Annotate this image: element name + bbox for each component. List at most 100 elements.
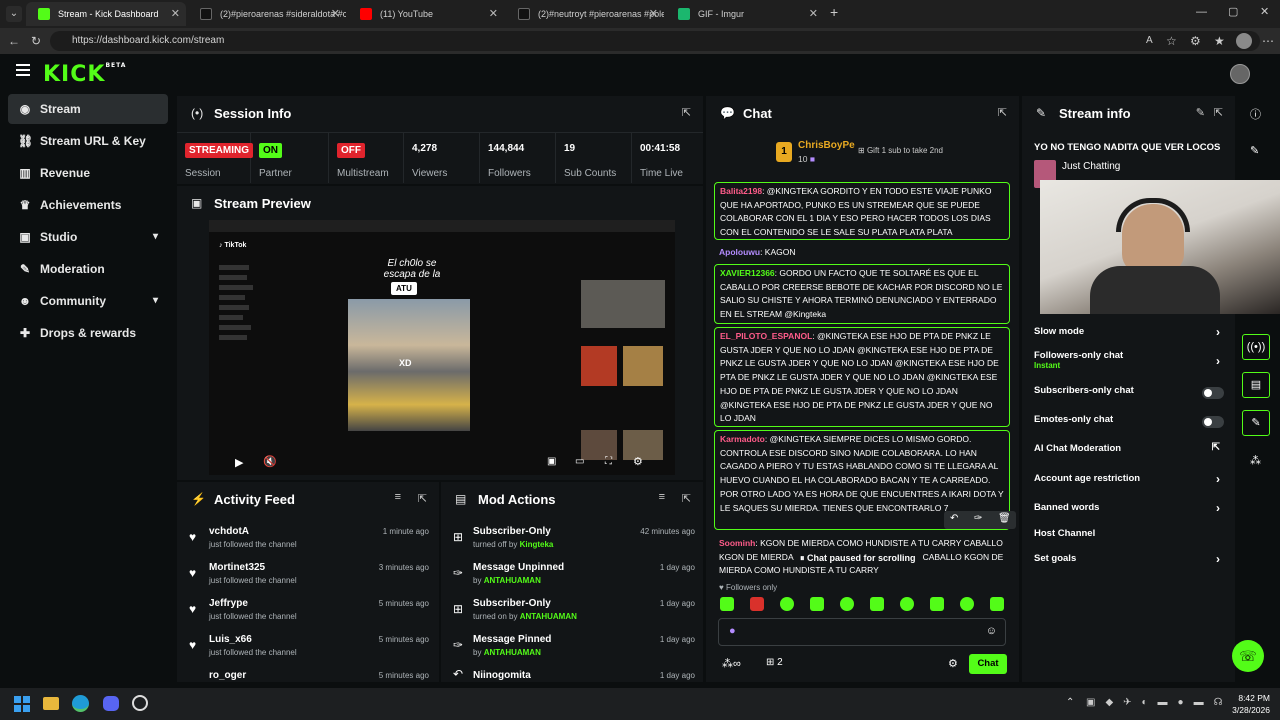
favorites-icon[interactable]: ★ (1214, 28, 1225, 54)
emote-icon[interactable] (840, 597, 854, 611)
user-avatar[interactable] (1230, 64, 1250, 84)
obs-icon[interactable] (132, 695, 148, 711)
setting-banned-words[interactable]: Banned words › (1034, 501, 1224, 518)
chat-input[interactable]: ● ☺ (718, 618, 1006, 646)
emote-icon[interactable] (720, 597, 734, 611)
tab-imgur[interactable]: GIF - Imgur ✕ (666, 2, 824, 26)
pin-icon[interactable]: ✑ (974, 513, 982, 524)
popout-icon[interactable]: ⇱ (1214, 106, 1223, 119)
wrench-rail-button[interactable]: ✎ (1242, 410, 1270, 436)
reply-icon[interactable]: ↶ (950, 513, 958, 524)
emote-icon[interactable] (960, 597, 974, 611)
chat-username[interactable]: Soominh (719, 538, 755, 548)
stream-category[interactable]: Just Chatting (1062, 161, 1120, 172)
tab-youtube[interactable]: (11) YouTube ✕ (348, 2, 504, 26)
toggle-switch[interactable] (1202, 387, 1224, 399)
url-field[interactable]: https://dashboard.kick.com/stream (50, 31, 1260, 51)
stream-preview-video[interactable]: ♪ TikTok El ch0lo se escapa de la ATU XD… (209, 220, 675, 475)
clock[interactable]: 8:42 PM 3/28/2026 (1228, 692, 1270, 716)
popout-icon[interactable]: ⇱ (998, 106, 1007, 119)
layout-rail-button[interactable]: ▤ (1242, 372, 1270, 398)
fullscreen-icon[interactable]: ⛶ (605, 456, 612, 467)
chat-settings-icon[interactable]: ⚙ (948, 657, 958, 670)
setting-followers-only[interactable]: Followers-only chat Instant › (1034, 350, 1224, 374)
discord-icon[interactable] (103, 696, 119, 711)
community-icon[interactable]: ⁂ (1250, 454, 1261, 467)
edit-icon[interactable]: ✎ (1250, 144, 1259, 157)
chatter-list-icon[interactable]: ⁂∞ (722, 657, 741, 670)
feed-user[interactable]: Jeffrype (209, 598, 248, 609)
mod-user[interactable]: ANTAHUAMAN (520, 612, 577, 621)
maximize-icon[interactable]: ▢ (1228, 5, 1238, 18)
windows-start-icon[interactable] (14, 696, 30, 712)
hamburger-menu-icon[interactable] (16, 64, 30, 76)
filter-icon[interactable]: ≡ (395, 491, 401, 503)
feed-user[interactable]: ro_oger (209, 670, 246, 681)
chat-username[interactable]: XAVIER12366 (720, 268, 775, 278)
popout-icon[interactable]: ⇱ (418, 492, 427, 505)
feed-user[interactable]: Mortinet325 (209, 562, 265, 573)
theater-icon[interactable]: ▭ (575, 456, 584, 467)
sidebar-item-stream-url-key[interactable]: ⛓ Stream URL & Key (8, 126, 168, 156)
setting-host-channel[interactable]: Host Channel (1034, 528, 1224, 544)
edit-icon[interactable]: ✎ (1196, 106, 1205, 119)
emote-icon[interactable] (810, 597, 824, 611)
delete-icon[interactable]: 🗑 (998, 513, 1011, 524)
close-tab-icon[interactable]: ✕ (489, 2, 498, 26)
setting-ai-moderation[interactable]: AI Chat Moderation ⇱ (1034, 442, 1224, 459)
play-icon[interactable]: ▶ (235, 456, 243, 469)
refresh-icon[interactable]: ↻ (31, 28, 41, 54)
sidebar-item-community[interactable]: ☻ Community ▾ (8, 286, 168, 316)
tab-menu-icon[interactable]: ⌄ (6, 6, 22, 22)
emote-icon[interactable] (870, 597, 884, 611)
mod-user[interactable]: Kingteka (520, 540, 554, 549)
emoji-icon[interactable]: ☺ (986, 625, 997, 637)
chat-username[interactable]: Karmadoto (720, 434, 765, 444)
info-icon[interactable]: ⓘ (1250, 106, 1261, 122)
sidebar-item-drops-rewards[interactable]: ✚ Drops & rewards (8, 318, 168, 348)
top-gifter-name[interactable]: ChrisBoyPe (798, 140, 855, 151)
pip-icon[interactable]: ▣ (547, 456, 556, 467)
kick-logo[interactable]: KICKBETA (43, 62, 126, 87)
new-tab-icon[interactable]: + (830, 4, 838, 20)
close-window-icon[interactable]: ✕ (1260, 5, 1269, 18)
toggle-switch[interactable] (1202, 416, 1224, 428)
popout-icon[interactable]: ⇱ (682, 106, 691, 119)
more-icon[interactable]: ⋯ (1262, 28, 1274, 54)
feed-user[interactable]: vchdotA (209, 526, 249, 537)
setting-slow-mode[interactable]: Slow mode › (1034, 325, 1224, 342)
chat-username[interactable]: Balita2198 (720, 186, 762, 196)
mod-user[interactable]: ANTAHUAMAN (484, 576, 541, 585)
chat-username[interactable]: EL_PILOTO_ESPANOL (720, 331, 812, 341)
close-tab-icon[interactable]: ✕ (331, 2, 340, 26)
emote-icon[interactable] (780, 597, 794, 611)
emote-icon[interactable] (750, 597, 764, 611)
close-tab-icon[interactable]: ✕ (649, 2, 658, 26)
sidebar-item-achievements[interactable]: ♛ Achievements (8, 190, 168, 220)
mic-icon[interactable]: ● (729, 625, 736, 637)
file-explorer-icon[interactable] (43, 697, 59, 710)
gift-sub-button[interactable]: ⊞ Gift 1 sub to take 2nd (858, 146, 943, 155)
mod-user[interactable]: ANTAHUAMAN (484, 648, 541, 657)
tray-chevron-icon[interactable]: ⌃ (1066, 697, 1074, 708)
tab-kick-dashboard[interactable]: Stream - Kick Dashboard ✕ (26, 2, 186, 26)
sidebar-item-moderation[interactable]: ✎ Moderation (8, 254, 168, 284)
broadcast-rail-button[interactable]: ((•)) (1242, 334, 1270, 360)
emote-icon[interactable] (900, 597, 914, 611)
emote-icon[interactable] (930, 597, 944, 611)
edge-browser-icon[interactable] (72, 695, 89, 712)
support-chat-button[interactable]: ☏ (1232, 640, 1264, 672)
close-tab-icon[interactable]: ✕ (809, 2, 818, 26)
minimize-icon[interactable]: — (1196, 6, 1207, 18)
feed-user[interactable]: Luis_x66 (209, 634, 252, 645)
back-icon[interactable]: ← (8, 28, 20, 54)
close-tab-icon[interactable]: ✕ (171, 2, 180, 26)
setting-set-goals[interactable]: Set goals › (1034, 552, 1224, 569)
setting-account-age[interactable]: Account age restriction › (1034, 472, 1224, 489)
read-aloud-icon[interactable]: A (1146, 28, 1153, 54)
emote-icon[interactable] (990, 597, 1004, 611)
profile-avatar[interactable] (1236, 33, 1252, 49)
chat-username[interactable]: Apolouwu (719, 247, 760, 257)
sidebar-item-studio[interactable]: ▣ Studio ▾ (8, 222, 168, 252)
filter-icon[interactable]: ≡ (659, 491, 665, 503)
